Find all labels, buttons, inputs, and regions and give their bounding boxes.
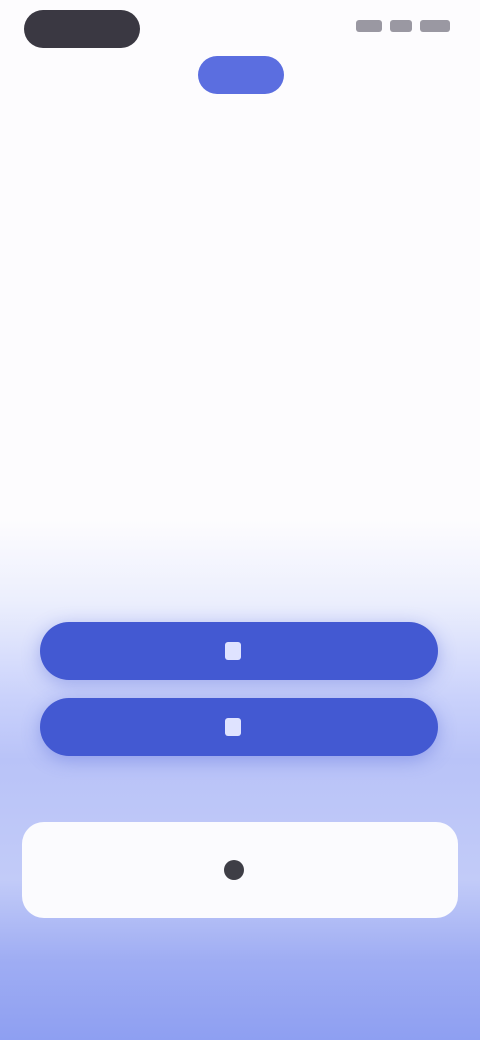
app-logo xyxy=(198,56,284,94)
alternate-option-card xyxy=(22,822,458,918)
hero-section xyxy=(40,272,440,288)
status-icons xyxy=(356,20,450,32)
button-icon xyxy=(225,718,241,736)
alternate-option-button[interactable] xyxy=(22,822,458,918)
battery-icon xyxy=(420,20,450,32)
status-pill xyxy=(24,10,140,48)
signal-icon xyxy=(356,20,382,32)
status-bar xyxy=(0,0,480,60)
primary-button-1[interactable] xyxy=(40,622,438,680)
primary-button-2[interactable] xyxy=(40,698,438,756)
wifi-icon xyxy=(390,20,412,32)
button-icon xyxy=(225,642,241,660)
card-icon xyxy=(224,860,244,880)
